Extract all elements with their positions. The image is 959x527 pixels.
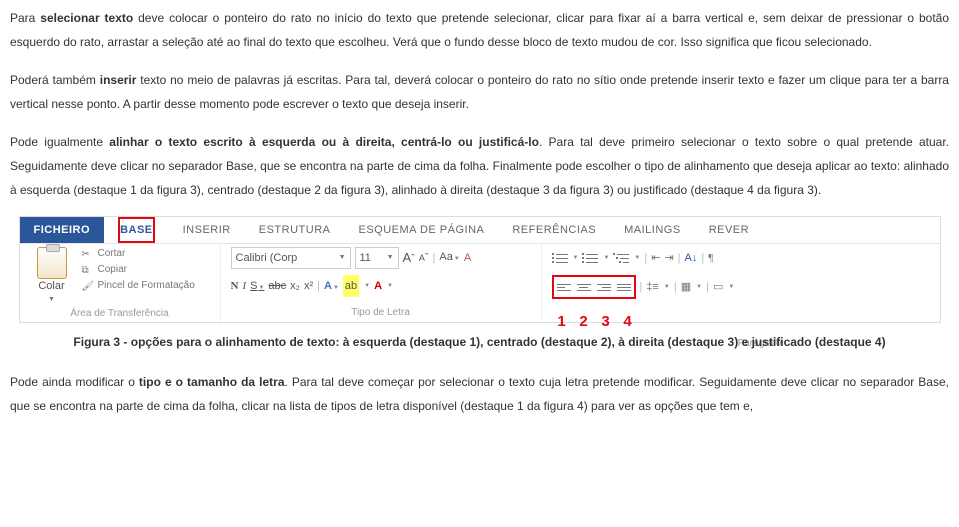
align-right-button[interactable] — [595, 278, 613, 296]
word-ribbon: FICHEIRO BASE INSERIR ESTRUTURA ESQUEMA … — [19, 216, 941, 323]
borders-button[interactable]: ▭ — [713, 276, 723, 298]
shading-button[interactable]: ▦ — [681, 276, 691, 298]
paragraph-1: Para selecionar texto deve colocar o pon… — [10, 6, 949, 54]
line-spacing-button[interactable]: ‡≡ — [646, 276, 659, 298]
numbering-button[interactable] — [582, 250, 598, 266]
bold-button[interactable]: N — [231, 275, 239, 297]
shrink-font-button[interactable]: Aˇ — [419, 248, 429, 268]
paste-button[interactable]: Colar ▼ — [30, 247, 74, 307]
scissors-icon: ✂ — [82, 248, 94, 260]
copy-icon: ⧉ — [82, 264, 94, 276]
bullets-button[interactable] — [552, 250, 568, 266]
subscript-button[interactable]: x₂ — [290, 275, 300, 297]
superscript-button[interactable]: x² — [304, 275, 313, 297]
strikethrough-button[interactable]: abc — [268, 275, 286, 297]
figure-3: FICHEIRO BASE INSERIR ESTRUTURA ESQUEMA … — [10, 216, 949, 352]
chevron-down-icon: ▼ — [339, 248, 346, 268]
clear-formatting-button[interactable]: A — [464, 248, 471, 268]
underline-button[interactable]: S▼ — [250, 275, 264, 297]
font-color-button[interactable]: A — [374, 275, 382, 297]
group-clipboard-label: Área de Transferência — [30, 307, 210, 321]
increase-indent-button[interactable]: ⇥ — [664, 247, 673, 269]
tab-rever[interactable]: REVER — [695, 217, 763, 243]
paragraph-2: Poderá também inserir texto no meio de p… — [10, 68, 949, 116]
ribbon-groups: Colar ▼ ✂Cortar ⧉Copiar 🖌Pincel de Forma… — [20, 244, 940, 322]
tab-ficheiro[interactable]: FICHEIRO — [20, 217, 105, 243]
copy-button[interactable]: ⧉Copiar — [82, 263, 195, 277]
sort-button[interactable]: A↓ — [685, 247, 698, 269]
multilevel-list-button[interactable] — [613, 250, 629, 266]
font-name-combo[interactable]: Calibri (Corp▼ — [231, 247, 351, 269]
tab-inserir[interactable]: INSERIR — [169, 217, 245, 243]
show-marks-button[interactable]: ¶ — [708, 247, 713, 269]
tab-estrutura[interactable]: ESTRUTURA — [245, 217, 345, 243]
ribbon-tabs: FICHEIRO BASE INSERIR ESTRUTURA ESQUEMA … — [20, 217, 940, 244]
decrease-indent-button[interactable]: ⇤ — [651, 247, 660, 269]
grow-font-button[interactable]: Aˆ — [403, 248, 415, 269]
change-case-button[interactable]: Aa▼ — [439, 247, 459, 269]
text-effects-button[interactable]: A▼ — [324, 275, 339, 297]
figure-3-caption: Figura 3 - opções para o alinhamento de … — [10, 333, 949, 352]
paste-icon — [37, 247, 67, 279]
group-paragraph: ▼ ▼ ▼ | ⇤ ⇥ | A↓ | ¶ — [542, 244, 822, 322]
tab-mailings[interactable]: MAILINGS — [610, 217, 695, 243]
highlight-button[interactable]: ab — [343, 275, 359, 297]
paragraph-4: Pode ainda modificar o tipo e o tamanho … — [10, 370, 949, 418]
font-size-combo[interactable]: 11▼ — [355, 247, 399, 269]
align-justify-button[interactable] — [615, 278, 633, 296]
align-center-button[interactable] — [575, 278, 593, 296]
tab-referencias[interactable]: REFERÊNCIAS — [498, 217, 610, 243]
cut-button[interactable]: ✂Cortar — [82, 247, 195, 261]
paragraph-3: Pode igualmente alinhar o texto escrito … — [10, 130, 949, 202]
chevron-down-icon: ▼ — [48, 293, 55, 307]
chevron-down-icon: ▼ — [387, 248, 394, 268]
group-font: Calibri (Corp▼ 11▼ Aˆ Aˇ | Aa▼ A N I S▼ … — [221, 244, 542, 322]
format-painter-button[interactable]: 🖌Pincel de Formatação — [82, 279, 195, 293]
brush-icon: 🖌 — [82, 280, 94, 292]
tab-esquema[interactable]: ESQUEMA DE PÁGINA — [344, 217, 498, 243]
group-clipboard: Colar ▼ ✂Cortar ⧉Copiar 🖌Pincel de Forma… — [20, 244, 221, 322]
group-font-label: Tipo de Letra — [231, 306, 531, 320]
tab-base[interactable]: BASE — [104, 217, 169, 243]
italic-button[interactable]: I — [242, 275, 246, 297]
alignment-highlight — [552, 275, 636, 299]
align-left-button[interactable] — [555, 278, 573, 296]
